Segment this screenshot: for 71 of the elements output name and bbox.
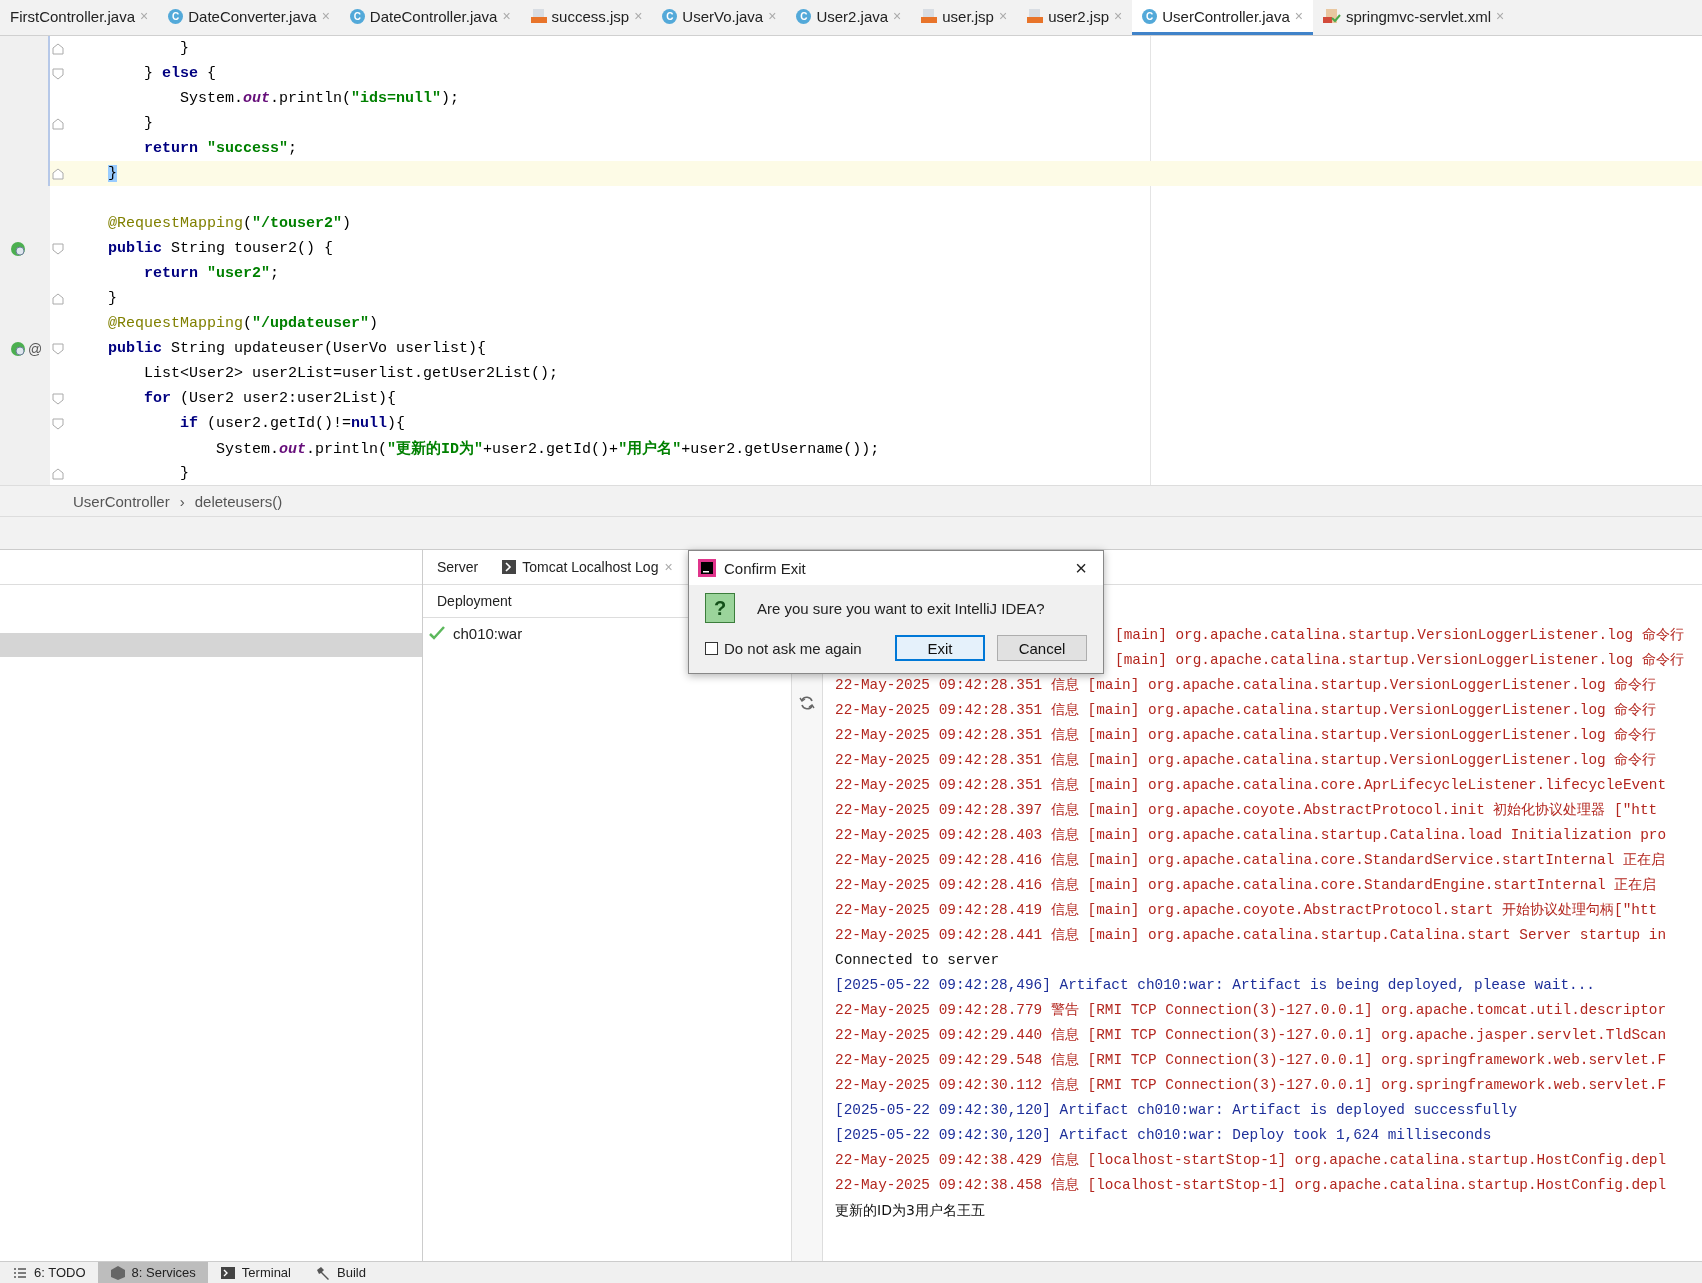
close-button[interactable]: × [1059, 556, 1103, 580]
code-line: public String updateuser(UserVo userlist){ [107, 340, 487, 357]
console-line: 22-May-2025 09:42:29.548 信息 [RMI TCP Connection(3)-127.0.0.1] org.springframework.web.servlet.F [835, 1051, 1667, 1070]
console-line: 22-May-2025 09:42:28.416 信息 [main] org.apache.catalina.core.StandardEngine.startInternal 正在启 [835, 876, 1657, 895]
console-line: [2025-05-22 09:42:30,120] Artifact ch010:war: Artifact is deployed successfully [835, 1101, 1518, 1120]
console-line: 22-May-2025 09:42:28.351 信息 [main] org.apache.catalina.core.AprLifecycleListener.lifecycleEvent [835, 776, 1667, 795]
console-line: [2025-05-22 09:42:30,120] Artifact ch010:war: Deploy took 1,624 milliseconds [835, 1126, 1492, 1145]
tool-window-tab[interactable]: Build [303, 1262, 378, 1283]
code-line: @RequestMapping("/updateuser") [107, 315, 379, 332]
console-line: 22-May-2025 09:42:28.416 信息 [main] org.apache.catalina.core.StandardService.startInternal 正在启 [835, 851, 1665, 870]
console-line: 22-May-2025 09:42:38.429 信息 [localhost-startStop-1] org.apache.catalina.startup.HostConfig.depl [835, 1151, 1667, 1170]
console-line: 22-May-2025 09:42:38.458 信息 [localhost-startStop-1] org.apache.catalina.startup.HostConfig.depl [835, 1176, 1667, 1195]
code-line: List<User2> user2List=userlist.getUser2List(); [143, 365, 559, 382]
console-line: 22-May-2025 09:42:30.112 信息 [RMI TCP Connection(3)-127.0.0.1] org.springframework.web.servlet.F [835, 1076, 1667, 1095]
code-line: return "user2"; [143, 265, 280, 282]
code-line: } [179, 40, 190, 57]
dialog-button[interactable]: Cancel [997, 635, 1087, 661]
console-line: 22-May-2025 09:42:29.440 信息 [RMI TCP Connection(3)-127.0.0.1] org.apache.jasper.servlet.TldScan [835, 1026, 1667, 1045]
code-line: System.out.println("更新的ID为"+user2.getId()+"用户名"+user2.getUsername()); [215, 439, 880, 458]
console-line: 22-May-2025 09:42:28.419 信息 [main] org.apache.coyote.AbstractProtocol.start 开始协议处理句柄["htt [835, 901, 1658, 920]
override-mark[interactable]: @ [28, 340, 43, 357]
code-line: return "success"; [143, 140, 298, 157]
code-line: } [179, 465, 190, 482]
class-icon: C [796, 8, 812, 24]
code-line: } [143, 115, 153, 132]
console-line: 22-May-2025 09:42:28.397 信息 [main] org.apache.coyote.AbstractProtocol.init 初始化协议处理器 ["htt [835, 801, 1658, 820]
question-icon: ? [705, 593, 735, 623]
console-line: [main] org.apache.catalina.startup.VersionLoggerListener.log 命令行 [1115, 651, 1684, 670]
class-icon: C [349, 8, 365, 24]
class-icon: C [168, 8, 184, 24]
console-line: 22-May-2025 09:42:28.779 警告 [RMI TCP Connection(3)-127.0.0.1] org.apache.tomcat.util.descriptor [835, 1001, 1667, 1020]
code-line: System.out.println("ids=null"); [179, 90, 460, 107]
code-line: @RequestMapping("/touser2") [107, 215, 352, 232]
breadcrumb-item[interactable]: deleteusers() [194, 492, 283, 510]
dialog-title: Confirm Exit [724, 559, 806, 577]
code-line: public String touser2() { [107, 240, 334, 257]
console-line: 22-May-2025 09:42:28.351 信息 [main] org.apache.catalina.startup.VersionLoggerListener.log 命令行 [835, 701, 1657, 720]
console-line: [2025-05-22 09:42:28,496] Artifact ch010:war: Artifact is being deployed, please wait... [835, 976, 1595, 995]
tool-window-tab[interactable]: Terminal [207, 1262, 303, 1283]
editor-tab[interactable]: C DateController.java × [339, 0, 521, 35]
code-line: } [107, 290, 117, 307]
tool-window-tab[interactable]: 6: TODO [0, 1262, 98, 1283]
console-line: 22-May-2025 09:42:28.351 信息 [main] org.apache.catalina.startup.VersionLoggerListener.log 命令行 [835, 726, 1657, 745]
class-icon: C [662, 8, 678, 24]
console-line: 22-May-2025 09:42:28.351 信息 [main] org.apache.catalina.startup.VersionLoggerListener.log 命令行 [835, 676, 1657, 695]
do-not-ask-checkbox[interactable]: Do not ask me again [705, 639, 862, 657]
panel-tab[interactable]: Server [427, 559, 489, 575]
dialog-button[interactable]: Exit [895, 635, 985, 661]
editor-tab[interactable]: success.jsp × [520, 0, 653, 35]
breadcrumb-separator: › [179, 492, 185, 510]
console-line: 22-May-2025 09:42:28.351 信息 [main] org.apache.catalina.startup.VersionLoggerListener.log 命令行 [835, 751, 1657, 770]
code-line: for (User2 user2:user2List){ [143, 390, 397, 407]
console-line: [main] org.apache.catalina.startup.VersionLoggerListener.log 命令行 [1115, 626, 1684, 645]
editor-tab[interactable]: FirstController.java × [0, 0, 159, 35]
editor-tab[interactable]: user2.jsp × [1017, 0, 1133, 35]
panel-tab[interactable]: Tomcat Localhost Log × [492, 559, 683, 575]
editor-tab[interactable]: C DateConverter.java × [158, 0, 340, 35]
code-line: if (user2.getId()!=null){ [179, 415, 406, 432]
console-line: Connected to server [835, 951, 1000, 970]
editor-tab[interactable]: springmvc-servlet.xml × [1312, 0, 1515, 35]
console-line: 更新的ID为3用户名王五 [835, 1201, 985, 1220]
editor-tab[interactable]: user.jsp × [911, 0, 1018, 35]
console-line: 22-May-2025 09:42:28.403 信息 [main] org.apache.catalina.startup.Catalina.load Initialization pro [835, 826, 1667, 845]
editor-tab[interactable]: C UserController.java × [1132, 0, 1313, 35]
console-line: 22-May-2025 09:42:28.441 信息 [main] org.apache.catalina.startup.Catalina.start Server startup in [835, 926, 1667, 945]
breadcrumb-item[interactable]: UserController [73, 492, 170, 510]
editor-tab[interactable]: C UserVo.java × [652, 0, 787, 35]
editor-tab[interactable]: C User2.java × [786, 0, 912, 35]
class-icon: C [1142, 8, 1158, 24]
tool-window-tab[interactable]: 8: Services [97, 1262, 208, 1283]
code-line: } else { [143, 65, 217, 82]
